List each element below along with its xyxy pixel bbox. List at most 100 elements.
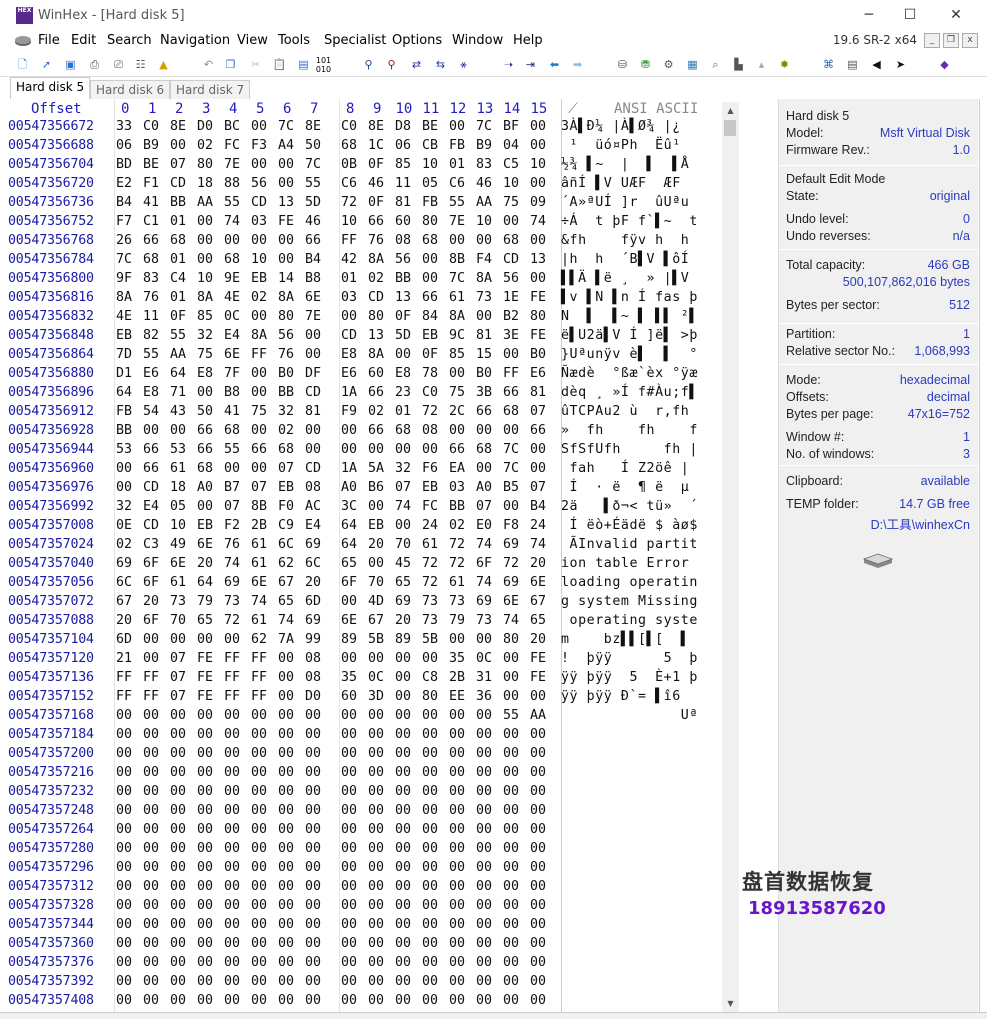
hex-byte[interactable]: F2 xyxy=(224,518,240,533)
hex-byte[interactable]: 00 xyxy=(251,917,267,932)
ascii-text[interactable]: Í ëò+Éädë $ àø$ xyxy=(561,518,698,533)
hex-byte[interactable]: 55 xyxy=(503,708,519,723)
hex-byte[interactable]: 7C xyxy=(116,252,132,267)
hex-byte[interactable]: 00 xyxy=(476,784,492,799)
hex-byte[interactable]: 00 xyxy=(530,233,546,248)
hex-byte[interactable]: 1A xyxy=(341,461,357,476)
hex-row[interactable]: 00547357312 00 00 00 00 00 00 00 00 00 00 00 00 00 00 0… xyxy=(8,878,730,897)
hex-byte[interactable]: 00 xyxy=(422,974,438,989)
hex-byte[interactable]: 00 xyxy=(341,708,357,723)
hex-byte[interactable]: 00 xyxy=(170,993,186,1008)
row-offset[interactable]: 00547356688 xyxy=(8,138,94,153)
hex-byte[interactable]: 00 xyxy=(278,765,294,780)
hex-byte[interactable]: A0 xyxy=(197,480,213,495)
row-offset[interactable]: 00547357040 xyxy=(8,556,94,571)
hex-byte[interactable]: 9E xyxy=(224,271,240,286)
hex-row[interactable]: 00547357264 00 00 00 00 00 00 00 00 00 00 00 00 00 00 0… xyxy=(8,821,730,840)
hex-byte[interactable]: 13 xyxy=(530,252,546,267)
hex-byte[interactable]: 68 xyxy=(422,233,438,248)
hex-byte[interactable]: 01 xyxy=(395,404,411,419)
menu-options[interactable]: Options xyxy=(392,33,442,48)
hex-byte[interactable]: 00 xyxy=(143,955,159,970)
hex-byte[interactable]: 00 xyxy=(143,784,159,799)
hex-byte[interactable]: 00 xyxy=(197,803,213,818)
hex-byte[interactable]: 00 xyxy=(530,765,546,780)
disk-system-menu-icon[interactable] xyxy=(14,35,32,47)
hex-byte[interactable]: 00 xyxy=(170,841,186,856)
hex-row[interactable]: 00547357168 00 00 00 00 00 00 00 00 00 00 00 00 00 00 5… xyxy=(8,707,730,726)
hex-byte[interactable]: BC xyxy=(224,119,240,134)
hex-byte[interactable]: 00 xyxy=(341,423,357,438)
hex-byte[interactable]: FB xyxy=(449,138,465,153)
row-offset[interactable]: 00547357232 xyxy=(8,784,94,799)
hex-byte[interactable]: F6 xyxy=(422,461,438,476)
hex-byte[interactable]: 7C xyxy=(278,119,294,134)
hex-byte[interactable]: 00 xyxy=(278,841,294,856)
hex-byte[interactable]: 00 xyxy=(251,461,267,476)
hex-byte[interactable]: 67 xyxy=(530,594,546,609)
hex-byte[interactable]: 66 xyxy=(530,423,546,438)
hex-byte[interactable]: 66 xyxy=(143,461,159,476)
hex-byte[interactable]: 60 xyxy=(368,366,384,381)
hex-byte[interactable]: 00 xyxy=(251,841,267,856)
hex-byte[interactable]: 08 xyxy=(422,423,438,438)
hex-byte[interactable]: EB xyxy=(251,271,267,286)
hex-byte[interactable]: 00 xyxy=(368,708,384,723)
hex-byte[interactable]: 18 xyxy=(197,176,213,191)
hex-byte[interactable]: FF xyxy=(224,670,240,685)
hex-row[interactable]: 00547356688 06 B9 00 02 FC F3 A4 50 68 1C 06 CB FB B9 0… xyxy=(8,137,730,156)
binary-edit-icon[interactable]: 101 010 xyxy=(315,56,332,74)
hex-byte[interactable]: 03 xyxy=(341,290,357,305)
hex-row[interactable]: 00547356752 F7 C1 01 00 74 03 FE 46 10 66 60 80 7E 10 0… xyxy=(8,213,730,232)
hex-byte[interactable]: 00 xyxy=(305,898,321,913)
hex-byte[interactable]: 20 xyxy=(305,575,321,590)
new-file-icon[interactable]: 🗋 xyxy=(14,56,31,73)
hex-byte[interactable]: 80 xyxy=(422,214,438,229)
hex-byte[interactable]: F9 xyxy=(341,404,357,419)
hex-byte[interactable]: 07 xyxy=(224,499,240,514)
ascii-text[interactable]: |h h ´B▌V ▌ôÍ xyxy=(561,252,689,267)
hex-byte[interactable]: 10 xyxy=(197,271,213,286)
hex-byte[interactable]: 00 xyxy=(449,366,465,381)
hex-byte[interactable]: 00 xyxy=(305,974,321,989)
hex-byte[interactable]: 85 xyxy=(449,347,465,362)
replace-hex-icon[interactable]: ⇆ xyxy=(432,56,449,73)
hex-byte[interactable]: 50 xyxy=(305,138,321,153)
hex-row[interactable]: 00547356720 E2 F1 CD 18 88 56 00 55 C6 46 11 05 C6 46 1… xyxy=(8,175,730,194)
ascii-text[interactable]: operating syste xyxy=(561,613,698,628)
hex-byte[interactable]: 00 xyxy=(143,974,159,989)
hex-byte[interactable]: FF xyxy=(341,233,357,248)
hex-byte[interactable]: E6 xyxy=(143,366,159,381)
hex-byte[interactable]: 50 xyxy=(197,404,213,419)
row-offset[interactable]: 00547357328 xyxy=(8,898,94,913)
hex-byte[interactable]: CD xyxy=(305,385,321,400)
row-offset[interactable]: 00547357248 xyxy=(8,803,94,818)
hex-byte[interactable]: 00 xyxy=(395,860,411,875)
hex-byte[interactable]: FF xyxy=(116,670,132,685)
hex-byte[interactable]: 00 xyxy=(395,917,411,932)
hex-byte[interactable]: FF xyxy=(251,347,267,362)
hex-byte[interactable]: 4D xyxy=(368,594,384,609)
hex-byte[interactable]: 6E xyxy=(197,537,213,552)
hex-byte[interactable]: 00 xyxy=(530,176,546,191)
hex-byte[interactable]: 00 xyxy=(503,822,519,837)
mdi-restore-icon[interactable]: ❐ xyxy=(943,33,959,48)
hex-byte[interactable]: 00 xyxy=(143,746,159,761)
hex-byte[interactable]: C0 xyxy=(422,385,438,400)
hex-byte[interactable]: 09 xyxy=(530,195,546,210)
hex-byte[interactable]: 65 xyxy=(341,556,357,571)
hex-byte[interactable]: 00 xyxy=(422,860,438,875)
hex-byte[interactable]: 6E xyxy=(530,575,546,590)
hex-byte[interactable]: 00 xyxy=(449,993,465,1008)
paste-write-icon[interactable]: ▤ xyxy=(295,56,312,73)
hex-byte[interactable]: 00 xyxy=(476,822,492,837)
hex-byte[interactable]: 69 xyxy=(395,594,411,609)
hex-byte[interactable]: 05 xyxy=(422,176,438,191)
hex-byte[interactable]: 00 xyxy=(251,993,267,1008)
hex-byte[interactable]: 00 xyxy=(170,936,186,951)
hex-byte[interactable]: 00 xyxy=(476,860,492,875)
hex-byte[interactable]: 00 xyxy=(422,936,438,951)
hex-byte[interactable]: 00 xyxy=(116,936,132,951)
row-offset[interactable]: 00547357184 xyxy=(8,727,94,742)
hex-byte[interactable]: 07 xyxy=(530,480,546,495)
